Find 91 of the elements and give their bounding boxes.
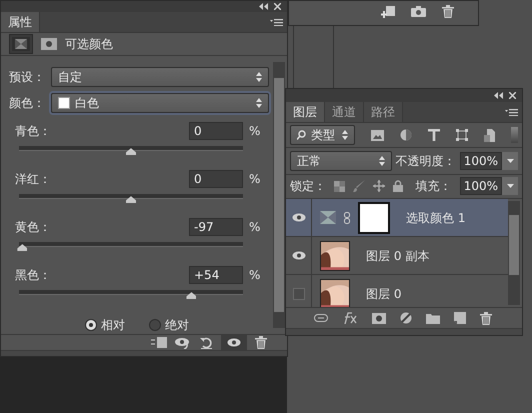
color-swatch-icon	[58, 97, 70, 110]
view-previous-icon[interactable]	[175, 336, 192, 349]
trash-icon[interactable]	[480, 312, 492, 325]
opacity-dropdown-button[interactable]	[502, 152, 518, 170]
layer-row[interactable]: 图层 0 副本	[286, 237, 508, 276]
opacity-label: 不透明度：	[396, 152, 456, 170]
percent-label: %	[248, 267, 262, 284]
layer-name: 图层 0	[365, 286, 402, 303]
slider-thumb[interactable]	[126, 148, 136, 156]
effects-icon[interactable]	[342, 312, 358, 324]
mask-thumbnail[interactable]	[358, 202, 390, 234]
shape-filter-icon[interactable]	[456, 129, 468, 142]
scrollbar[interactable]	[508, 201, 520, 306]
visibility-toggle[interactable]	[292, 288, 304, 300]
dropdown[interactable]: 白色	[51, 93, 269, 114]
radio-button[interactable]	[149, 319, 161, 332]
panel-tab[interactable]: 属性	[1, 12, 40, 32]
eye-icon[interactable]	[227, 338, 241, 348]
lock-icon[interactable]	[393, 180, 403, 192]
clip-to-layer-icon[interactable]	[151, 337, 167, 348]
close-icon[interactable]	[274, 3, 281, 10]
trash-icon[interactable]	[442, 5, 454, 18]
filter-dropdown[interactable]: 类型	[290, 125, 355, 146]
value-field[interactable]: -97	[189, 218, 243, 236]
folder-icon[interactable]	[426, 312, 440, 324]
slider-label: 黄色：	[15, 219, 52, 236]
panel-tab[interactable]: 图层	[286, 102, 325, 122]
fill-field[interactable]: 100%	[460, 177, 502, 196]
move-icon[interactable]	[373, 180, 385, 192]
new-document-icon[interactable]	[381, 6, 395, 18]
layer-row[interactable]: 选取颜色 1	[286, 199, 508, 238]
camera-icon[interactable]	[411, 6, 426, 17]
fill-label: 填充：	[416, 178, 452, 196]
dropdown-arrows-icon	[256, 72, 262, 82]
panel-tab[interactable]: 路径	[364, 102, 403, 122]
search-icon	[297, 130, 306, 140]
percent-label: %	[248, 123, 262, 140]
link-layers-icon[interactable]	[314, 314, 328, 322]
layer-name: 图层 0 副本	[365, 248, 430, 265]
mask-icon[interactable]	[41, 38, 57, 50]
trash-icon[interactable]	[255, 336, 267, 350]
close-icon[interactable]	[509, 92, 516, 100]
dropdown-arrows-icon	[378, 156, 385, 166]
collapse-icon[interactable]	[494, 92, 503, 100]
link-icon[interactable]	[344, 212, 350, 224]
blend-mode-dropdown[interactable]: 正常	[290, 150, 392, 171]
reset-icon[interactable]	[200, 336, 213, 349]
adjustment-icon[interactable]	[12, 37, 30, 52]
layer-row[interactable]: 图层 0	[286, 275, 508, 308]
eye-icon[interactable]	[292, 213, 306, 222]
image-filter-icon[interactable]	[370, 130, 384, 141]
slider-label: 洋红：	[15, 171, 52, 188]
scrollbar[interactable]	[273, 62, 285, 328]
opacity-field[interactable]: 100%	[460, 152, 502, 170]
value-field[interactable]: 0	[189, 122, 243, 140]
caret-icon	[506, 158, 514, 163]
value-field[interactable]: 0	[189, 170, 243, 188]
panel-tab[interactable]: 通道	[325, 102, 364, 122]
lock-label: 锁定：	[290, 178, 326, 196]
percent-label: %	[248, 219, 262, 236]
dropdown-arrows-icon	[256, 98, 262, 108]
field-label: 预设：	[9, 69, 46, 86]
radio-button[interactable]	[85, 319, 97, 332]
slider-thumb[interactable]	[186, 292, 196, 300]
lock-transparent-icon[interactable]	[334, 180, 345, 192]
adjustment-title: 可选颜色	[65, 36, 113, 54]
radio-label[interactable]: 相对	[101, 316, 125, 334]
adjustment-layer-icon[interactable]	[400, 312, 412, 324]
layer-name: 选取颜色 1	[405, 210, 466, 227]
dropdown[interactable]: 自定	[51, 67, 269, 88]
filter-toggle[interactable]	[510, 127, 518, 144]
text-filter-icon[interactable]	[428, 129, 440, 142]
value-field[interactable]: +54	[189, 266, 243, 284]
slider-label: 黑色：	[15, 267, 52, 284]
field-label: 颜色：	[9, 95, 46, 112]
smart-object-filter-icon[interactable]	[484, 128, 495, 142]
percent-label: %	[248, 171, 262, 188]
slider-label: 青色：	[15, 123, 52, 140]
adjustment-icon	[320, 211, 336, 224]
caret-icon	[506, 184, 514, 188]
eye-icon[interactable]	[292, 251, 306, 260]
add-mask-icon[interactable]	[372, 312, 386, 324]
slider-thumb[interactable]	[17, 244, 28, 252]
new-layer-icon[interactable]	[454, 312, 466, 324]
slider-thumb[interactable]	[126, 196, 136, 204]
menu-icon[interactable]	[270, 18, 283, 26]
menu-icon[interactable]	[505, 108, 518, 116]
adjustment-filter-icon[interactable]	[400, 129, 412, 142]
fill-dropdown-button[interactable]	[502, 177, 518, 196]
dropdown-arrows-icon	[342, 130, 348, 140]
radio-label[interactable]: 绝对	[165, 316, 189, 334]
